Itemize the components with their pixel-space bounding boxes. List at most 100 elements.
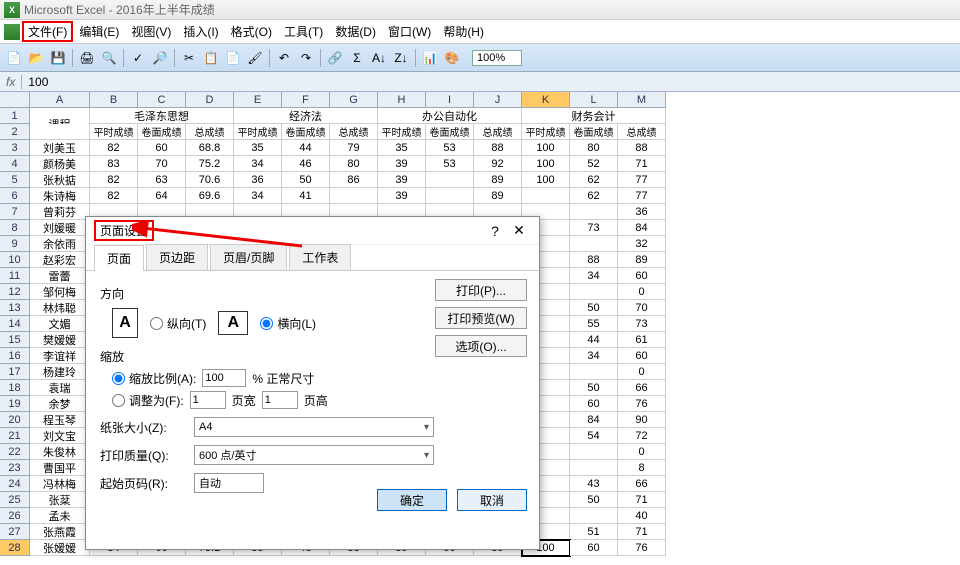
cell[interactable]: 文媚 [30, 316, 90, 332]
col-header-G[interactable]: G [330, 92, 378, 108]
cell[interactable]: 曹国平 [30, 460, 90, 476]
save-button[interactable]: 💾 [48, 48, 68, 68]
cell[interactable]: 64 [138, 188, 186, 204]
cell[interactable]: 76 [618, 396, 666, 412]
cell[interactable]: 孟未 [30, 508, 90, 524]
row-header-2[interactable]: 2 [0, 124, 30, 140]
cell[interactable]: 35 [234, 140, 282, 156]
cell[interactable]: 36 [618, 204, 666, 220]
row-header[interactable]: 27 [0, 524, 30, 540]
cell[interactable]: 袁瑞 [30, 380, 90, 396]
cell[interactable]: 75.2 [186, 156, 234, 172]
cell[interactable]: 68.8 [186, 140, 234, 156]
cell[interactable]: 李谊祥 [30, 348, 90, 364]
cell[interactable]: 平时成绩 [90, 124, 138, 140]
cell[interactable]: 100 [522, 172, 570, 188]
cell[interactable]: 60 [138, 140, 186, 156]
cell[interactable]: 50 [570, 380, 618, 396]
row-header[interactable]: 24 [0, 476, 30, 492]
cell[interactable]: 79 [330, 140, 378, 156]
cell[interactable]: 朱俊林 [30, 444, 90, 460]
cell[interactable]: 总成绩 [474, 124, 522, 140]
cell[interactable]: 80 [570, 140, 618, 156]
cell[interactable]: 平时成绩 [522, 124, 570, 140]
cell[interactable]: 程玉琴 [30, 412, 90, 428]
cell[interactable] [570, 508, 618, 524]
row-header[interactable]: 17 [0, 364, 30, 380]
cell[interactable]: 71 [618, 524, 666, 540]
col-header-H[interactable]: H [378, 92, 426, 108]
cell[interactable]: 60 [570, 396, 618, 412]
cell[interactable]: 39 [378, 172, 426, 188]
cell[interactable]: 44 [282, 140, 330, 156]
group-header[interactable]: 毛泽东思想 [90, 108, 234, 124]
cell[interactable] [570, 284, 618, 300]
cell[interactable] [570, 444, 618, 460]
cell[interactable]: 刘文宝 [30, 428, 90, 444]
row-header[interactable]: 10 [0, 252, 30, 268]
fit-height-input[interactable] [262, 391, 298, 409]
col-header-F[interactable]: F [282, 92, 330, 108]
zoom-combo[interactable]: 100% [472, 50, 522, 66]
row-header-1[interactable]: 1 [0, 108, 30, 124]
cell[interactable]: 34 [570, 268, 618, 284]
row-header[interactable]: 23 [0, 460, 30, 476]
fit-radio-input[interactable] [112, 394, 125, 407]
row-header[interactable]: 20 [0, 412, 30, 428]
cell[interactable]: 41 [282, 188, 330, 204]
cell[interactable]: 71 [618, 492, 666, 508]
cell[interactable]: 邹何梅 [30, 284, 90, 300]
menu-insert[interactable]: 插入(I) [177, 21, 224, 42]
cell[interactable]: 89 [618, 252, 666, 268]
cell[interactable]: 82 [90, 172, 138, 188]
cell[interactable] [330, 188, 378, 204]
dialog-help-button[interactable]: ? [483, 221, 507, 241]
cell[interactable]: 60 [570, 540, 618, 556]
open-button[interactable]: 📂 [26, 48, 46, 68]
cell[interactable]: 颜杨美 [30, 156, 90, 172]
cell[interactable]: 40 [618, 508, 666, 524]
cell[interactable]: 34 [570, 348, 618, 364]
cell[interactable]: 54 [570, 428, 618, 444]
row-header[interactable]: 5 [0, 172, 30, 188]
cell[interactable]: 雷蕾 [30, 268, 90, 284]
cell[interactable]: 46 [282, 156, 330, 172]
cell[interactable]: 51 [570, 524, 618, 540]
sort-asc-button[interactable]: A↓ [369, 48, 389, 68]
cell[interactable]: 84 [570, 412, 618, 428]
format-painter-button[interactable]: 🖌 [245, 48, 265, 68]
preview-button[interactable]: 🔍 [99, 48, 119, 68]
cell[interactable]: 92 [474, 156, 522, 172]
row-header[interactable]: 21 [0, 428, 30, 444]
cell[interactable]: 100 [522, 156, 570, 172]
cell[interactable]: 43 [570, 476, 618, 492]
group-header[interactable]: 经济法 [234, 108, 378, 124]
cell[interactable]: 83 [90, 156, 138, 172]
menu-window[interactable]: 窗口(W) [382, 21, 437, 42]
paste-button[interactable]: 📄 [223, 48, 243, 68]
cell[interactable]: 77 [618, 172, 666, 188]
group-header[interactable]: 办公自动化 [378, 108, 522, 124]
cell[interactable]: 32 [618, 236, 666, 252]
cell[interactable]: 62 [570, 172, 618, 188]
row-header[interactable]: 13 [0, 300, 30, 316]
redo-button[interactable]: ↷ [296, 48, 316, 68]
cell[interactable]: 张棻 [30, 492, 90, 508]
col-header-A[interactable]: A [30, 92, 90, 108]
cell[interactable]: 82 [90, 188, 138, 204]
row-header[interactable]: 3 [0, 140, 30, 156]
cell[interactable] [522, 188, 570, 204]
options-button[interactable]: 选项(O)... [435, 335, 527, 357]
cell[interactable]: 100 [522, 140, 570, 156]
cell[interactable]: 88 [618, 140, 666, 156]
cell[interactable]: 39 [378, 188, 426, 204]
spell-button[interactable]: ✓ [128, 48, 148, 68]
cell[interactable]: 53 [426, 140, 474, 156]
cell[interactable]: 张燕霞 [30, 524, 90, 540]
cell[interactable] [570, 460, 618, 476]
cell[interactable]: 34 [234, 188, 282, 204]
cell[interactable]: 余依雨 [30, 236, 90, 252]
ok-button[interactable]: 确定 [377, 489, 447, 511]
col-header-M[interactable]: M [618, 92, 666, 108]
hyperlink-button[interactable]: 🔗 [325, 48, 345, 68]
